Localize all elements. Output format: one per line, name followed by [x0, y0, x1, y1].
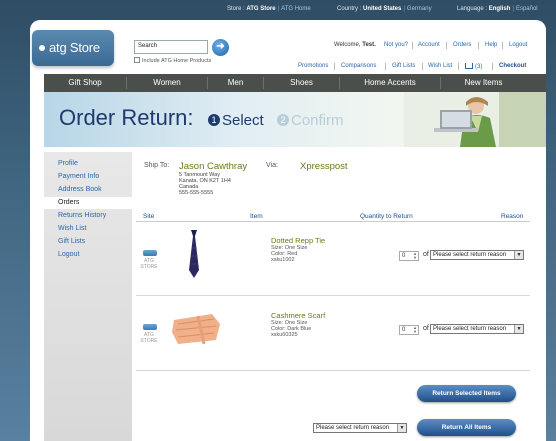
address-phone: 555-555-5555	[179, 190, 214, 196]
page-title: Order Return:	[59, 105, 194, 130]
logo-text: atg Store	[49, 40, 100, 55]
welcome-text: Welcome, Test.	[334, 42, 376, 48]
spinner-arrows-icon[interactable]: ▲ ▼	[413, 326, 417, 334]
include-home-label: Include ATG Home Products	[142, 58, 212, 64]
product-name-link[interactable]: Cashmere Scarf	[271, 311, 325, 320]
logo-dot-icon	[39, 45, 45, 51]
product-name-link[interactable]: Dotted Repp Tie	[271, 236, 325, 245]
search-input[interactable]: Search	[134, 40, 208, 54]
nav-shoes[interactable]: Shoes	[264, 74, 339, 92]
site-label: ATG STORE	[140, 258, 158, 270]
return-all-reason-select[interactable]: Please select return reason ▼	[313, 423, 407, 433]
tie-product-image[interactable]	[184, 228, 204, 280]
chevron-down-icon: ▼	[514, 251, 523, 259]
nav-home-accents[interactable]: Home Accents	[340, 74, 440, 92]
cart-icon	[465, 63, 473, 69]
chevron-down-icon: ▼	[397, 424, 406, 432]
arrow-right-icon: ➜	[216, 41, 225, 52]
sidebar-item-payment-info[interactable]: Payment Info	[44, 171, 132, 183]
store-value: ATG Store	[246, 6, 276, 12]
ship-to-label: Ship To:	[144, 162, 170, 169]
quantity-stepper[interactable]: 0 ▲ ▼	[399, 251, 419, 261]
site-label: ATG STORE	[140, 332, 158, 344]
shipping-method: Xpresspost	[300, 161, 348, 172]
ship-to-name: Jason Cawthray	[179, 161, 248, 172]
sidebar-item-orders[interactable]: Orders	[44, 197, 132, 209]
product-sku: xsku1002	[271, 257, 295, 263]
country-link-germany[interactable]: Germany	[407, 6, 432, 12]
comparisons-link[interactable]: Comparisons	[341, 63, 376, 69]
product-sku: xsku60325	[271, 332, 298, 338]
language-label: Language :	[457, 6, 488, 12]
atg-store-badge-icon	[143, 250, 157, 256]
spinner-arrows-icon[interactable]: ▲ ▼	[413, 252, 417, 260]
atg-store-logo[interactable]: atg Store	[32, 30, 114, 66]
sidebar-item-gift-lists[interactable]: Gift Lists	[44, 236, 132, 248]
language-switcher: Language : English | Español	[457, 6, 538, 12]
account-sidebar: Profile Payment Info Address Book Orders…	[44, 152, 132, 441]
orders-link[interactable]: Orders	[453, 42, 471, 48]
include-home-checkbox[interactable]: Include ATG Home Products	[134, 57, 211, 64]
atg-store-badge-icon	[143, 324, 157, 330]
column-header-site: Site	[143, 213, 155, 220]
nav-new-items[interactable]: New Items	[441, 74, 526, 92]
step-1-number: 1	[208, 114, 220, 126]
step-1-label: Select	[222, 112, 264, 129]
sidebar-item-profile[interactable]: Profile	[44, 158, 132, 170]
return-reason-select[interactable]: Please select return reason ▼	[430, 324, 524, 334]
cart-count: (3)	[475, 64, 483, 70]
page: atg Store Search ➜ Include ATG Home Prod…	[30, 20, 546, 441]
checkbox-icon	[134, 57, 140, 63]
sidebar-item-wish-list[interactable]: Wish List	[44, 223, 132, 235]
scarf-product-image[interactable]	[168, 310, 224, 346]
top-bar: Store : ATG Store | ATG Home Country : Uni…	[0, 0, 556, 18]
search-go-button[interactable]: ➜	[212, 39, 229, 56]
order-return-banner: Order Return: 1 Select 2 Confirm	[44, 92, 546, 147]
via-label: Via:	[266, 162, 278, 169]
column-header-quantity: Quantity to Return	[360, 213, 413, 220]
step-2-number: 2	[277, 114, 289, 126]
promotions-link[interactable]: Promotions	[298, 63, 328, 69]
checkout-link[interactable]: Checkout	[499, 63, 526, 69]
nav-men[interactable]: Men	[208, 74, 263, 92]
help-link[interactable]: Help	[485, 42, 497, 48]
main-nav: Gift Shop Women Men Shoes Home Accents N…	[44, 74, 546, 92]
account-link[interactable]: Account	[418, 42, 440, 48]
chevron-down-icon: ▼	[514, 325, 523, 333]
gift-lists-link[interactable]: Gift Lists	[392, 63, 415, 69]
cart-link[interactable]: (3)	[465, 63, 483, 70]
return-selected-button[interactable]: Return Selected Items	[417, 385, 516, 402]
store-switcher: Store : ATG Store | ATG Home	[227, 6, 311, 12]
not-you-link[interactable]: Not you?	[384, 42, 408, 48]
column-header-item: Item	[250, 213, 263, 220]
country-switcher: Country : United States | Germany	[337, 6, 432, 12]
country-value: United States	[363, 6, 402, 12]
logout-link[interactable]: Logout	[509, 42, 527, 48]
store-link-atg-home[interactable]: ATG Home	[281, 6, 311, 12]
user-name: Test.	[362, 42, 376, 48]
step-2-label: Confirm	[291, 112, 344, 129]
step-confirm: 2 Confirm	[277, 112, 344, 129]
quantity-stepper[interactable]: 0 ▲ ▼	[399, 325, 419, 335]
country-label: Country :	[337, 6, 362, 12]
language-link-espanol[interactable]: Español	[516, 6, 538, 12]
return-all-button[interactable]: Return All Items	[417, 419, 516, 436]
wish-list-link[interactable]: Wish List	[428, 63, 452, 69]
nav-women[interactable]: Women	[127, 74, 207, 92]
nav-gift-shop[interactable]: Gift Shop	[44, 74, 126, 92]
language-value: English	[488, 6, 511, 12]
sidebar-item-returns-history[interactable]: Returns History	[44, 210, 132, 222]
sidebar-item-address-book[interactable]: Address Book	[44, 184, 132, 196]
step-select: 1 Select	[208, 112, 264, 129]
sidebar-item-logout[interactable]: Logout	[44, 249, 132, 261]
return-reason-select[interactable]: Please select return reason ▼	[430, 250, 524, 260]
banner-photo	[404, 92, 546, 147]
store-label: Store :	[227, 6, 245, 12]
column-header-reason: Reason	[501, 213, 524, 220]
